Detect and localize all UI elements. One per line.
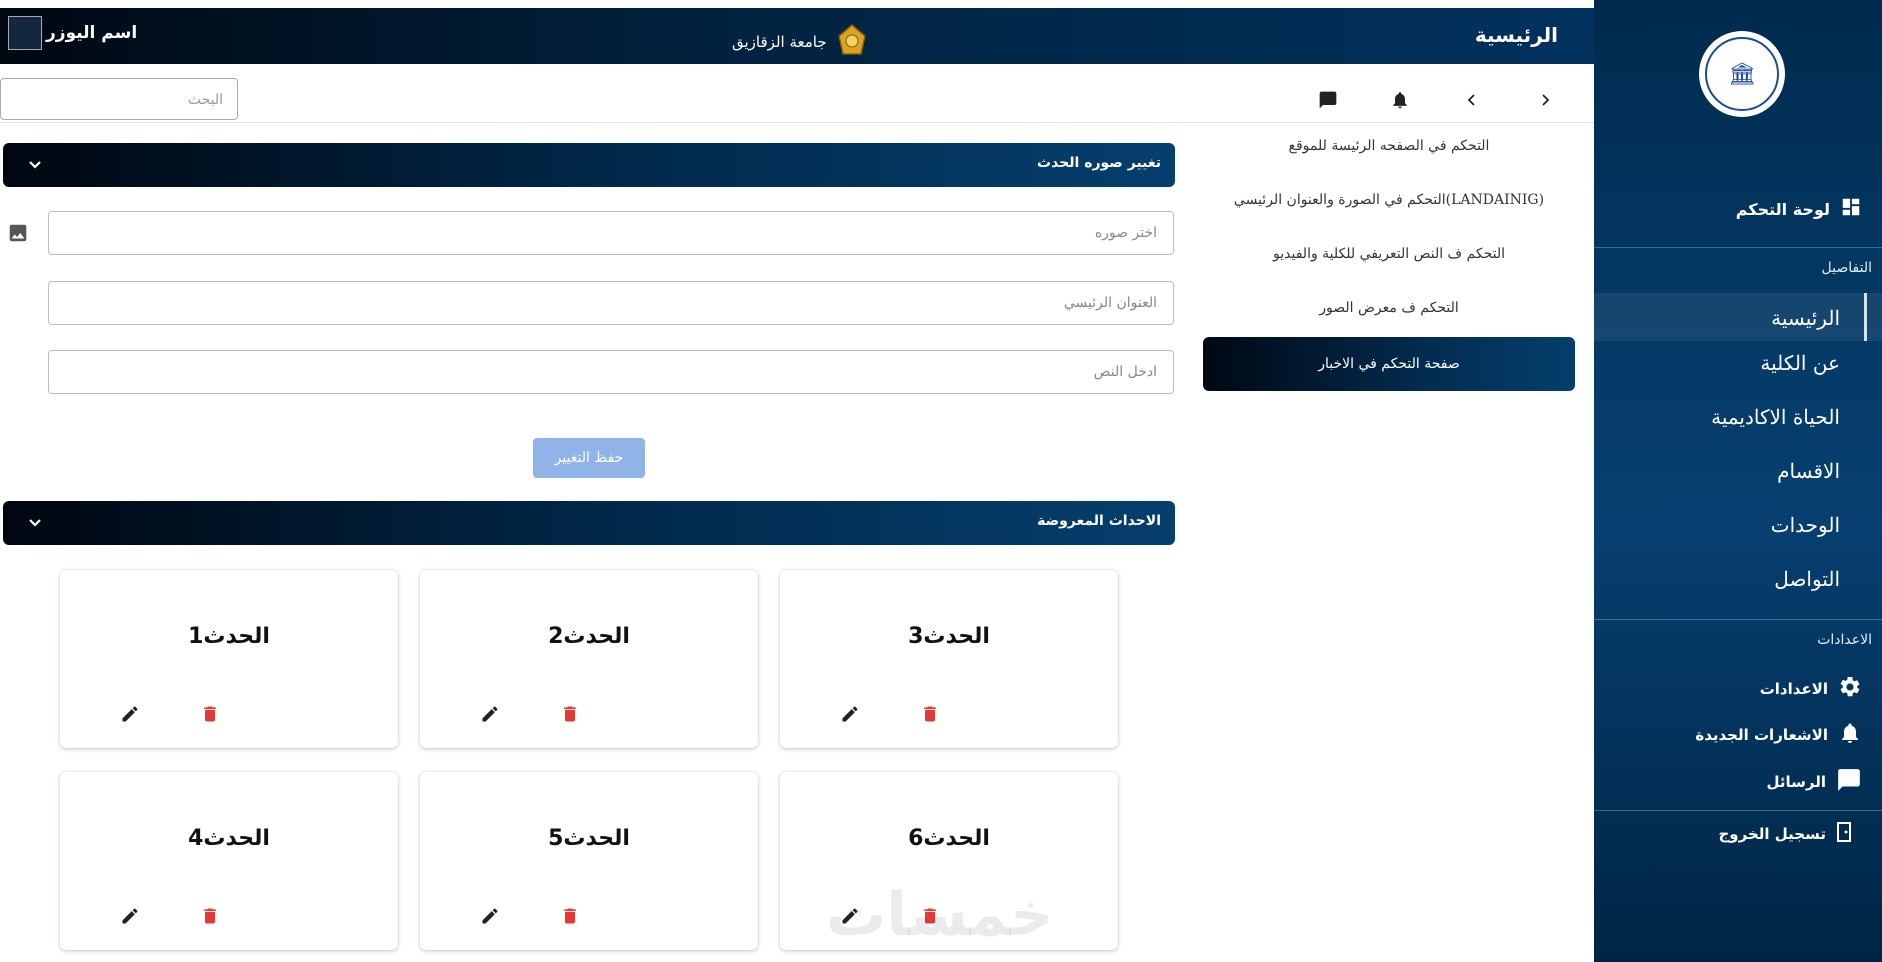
page-title: الرئيسية xyxy=(1474,23,1558,47)
dashboard-icon xyxy=(1840,196,1862,222)
panel-title: تغيير صوره الحدث xyxy=(1037,155,1161,171)
edit-icon[interactable] xyxy=(120,704,140,724)
sidebar-section-details: التفاصيل xyxy=(1821,260,1872,276)
sidebar-notifications-label: الاشعارات الجديدة xyxy=(1695,726,1828,744)
edit-icon[interactable] xyxy=(480,704,500,724)
delete-icon[interactable] xyxy=(560,906,580,926)
sidebar-item-academic-life[interactable]: الحياة الاكاديمية xyxy=(1711,405,1840,429)
chevron-right-icon[interactable] xyxy=(1533,88,1557,112)
sidebar-item-contact[interactable]: التواصل xyxy=(1774,567,1840,591)
sidebar-settings-label: الاعدادات xyxy=(1759,680,1828,698)
image-icon[interactable] xyxy=(7,222,29,244)
submenu-item-gallery[interactable]: التحكم ف معرض الصور xyxy=(1203,300,1575,316)
event-card-title: الحدث2 xyxy=(548,624,630,649)
text-field[interactable]: ادخل النص xyxy=(48,350,1174,394)
event-card-title: الحدث3 xyxy=(908,624,990,649)
sidebar-item-home[interactable]: الرئيسية xyxy=(1771,306,1840,330)
chevron-left-icon[interactable] xyxy=(1460,88,1484,112)
submenu-item-intro-video[interactable]: التحكم ف النص التعريفي للكلية والفيديو xyxy=(1203,246,1575,262)
gear-icon xyxy=(1838,675,1862,703)
event-card-title: الحدث5 xyxy=(548,826,630,851)
submenu-item-homepage[interactable]: التحكم في الصفحه الرئيسة للموقع xyxy=(1203,138,1575,154)
event-card: الحدث5 xyxy=(420,772,758,950)
user-name: اسم اليوزر xyxy=(46,23,138,43)
change-event-image-header[interactable]: تغيير صوره الحدث xyxy=(3,143,1175,187)
chevron-down-icon[interactable] xyxy=(25,155,45,175)
sidebar-item-about[interactable]: عن الكلية xyxy=(1760,351,1840,375)
message-icon[interactable] xyxy=(1316,88,1340,112)
bell-icon xyxy=(1838,721,1862,749)
sidebar-divider xyxy=(1594,247,1882,248)
watermark: خمسات xyxy=(826,880,1054,950)
emblem-icon: 🏛 xyxy=(1705,37,1779,111)
event-card: الحدث1 xyxy=(60,570,398,748)
logout-label: تسجيل الخروج xyxy=(1718,825,1827,843)
search-input[interactable]: البحث xyxy=(0,78,238,120)
sidebar-divider xyxy=(1594,619,1882,620)
university-brand: جامعة الزقازيق xyxy=(732,24,867,60)
sidebar-settings[interactable]: الاعدادات xyxy=(1760,675,1862,703)
event-card: الحدث3 xyxy=(780,570,1118,748)
sidebar-section-settings: الاعدادات xyxy=(1817,632,1872,648)
sidebar-dashboard[interactable]: لوحة التحكم xyxy=(1736,196,1862,222)
chevron-down-icon[interactable] xyxy=(25,513,45,533)
bell-icon[interactable] xyxy=(1388,88,1412,112)
displayed-events-header[interactable]: الاحداث المعروضة xyxy=(3,501,1175,545)
submenu-item-news-active[interactable]: صفحة التحكم في الاخبار xyxy=(1203,337,1575,391)
save-button[interactable]: حفظ التغيير xyxy=(533,438,645,478)
delete-icon[interactable] xyxy=(920,704,940,724)
sidebar-item-departments[interactable]: الاقسام xyxy=(1777,459,1840,483)
sidebar-messages[interactable]: الرسائل xyxy=(1766,767,1862,797)
logout-button[interactable]: تسجيل الخروج xyxy=(1719,822,1853,846)
sidebar-dashboard-label: لوحة التحكم xyxy=(1735,199,1830,219)
message-icon xyxy=(1836,767,1862,797)
event-card-title: الحدث6 xyxy=(908,826,990,851)
toolbar: البحث xyxy=(0,64,1594,123)
avatar xyxy=(8,16,42,50)
university-logo-icon xyxy=(837,24,867,60)
submenu-item-landing[interactable]: (LANDAINIG)التحكم في الصورة والعنوان الر… xyxy=(1203,192,1575,208)
sidebar-divider xyxy=(1594,810,1882,811)
logout-icon xyxy=(1836,822,1852,846)
faculty-logo: 🏛 xyxy=(1699,31,1785,117)
sidebar-notifications[interactable]: الاشعارات الجديدة xyxy=(1695,721,1862,749)
user-menu[interactable]: اسم اليوزر xyxy=(8,16,137,50)
delete-icon[interactable] xyxy=(560,704,580,724)
sidebar-messages-label: الرسائل xyxy=(1766,773,1826,791)
event-card-title: الحدث1 xyxy=(188,624,270,649)
delete-icon[interactable] xyxy=(200,906,220,926)
sidebar: 🏛 لوحة التحكم التفاصيل الرئيسية عن الكلي… xyxy=(1594,0,1882,962)
image-picker-field[interactable]: اختر صوره xyxy=(48,211,1174,255)
edit-icon[interactable] xyxy=(120,906,140,926)
event-card: الحدث4 xyxy=(60,772,398,950)
panel-title: الاحداث المعروضة xyxy=(1037,513,1161,529)
delete-icon[interactable] xyxy=(200,704,220,724)
edit-icon[interactable] xyxy=(480,906,500,926)
event-card-title: الحدث4 xyxy=(188,826,270,851)
sidebar-item-units[interactable]: الوحدات xyxy=(1771,513,1840,537)
university-name: جامعة الزقازيق xyxy=(732,33,827,51)
top-header: الرئيسية جامعة الزقازيق اسم اليوزر xyxy=(0,8,1594,64)
sidebar-active-indicator xyxy=(1864,293,1867,341)
edit-icon[interactable] xyxy=(840,704,860,724)
main-title-field[interactable]: العنوان الرئيسي xyxy=(48,281,1174,325)
event-card: الحدث2 xyxy=(420,570,758,748)
